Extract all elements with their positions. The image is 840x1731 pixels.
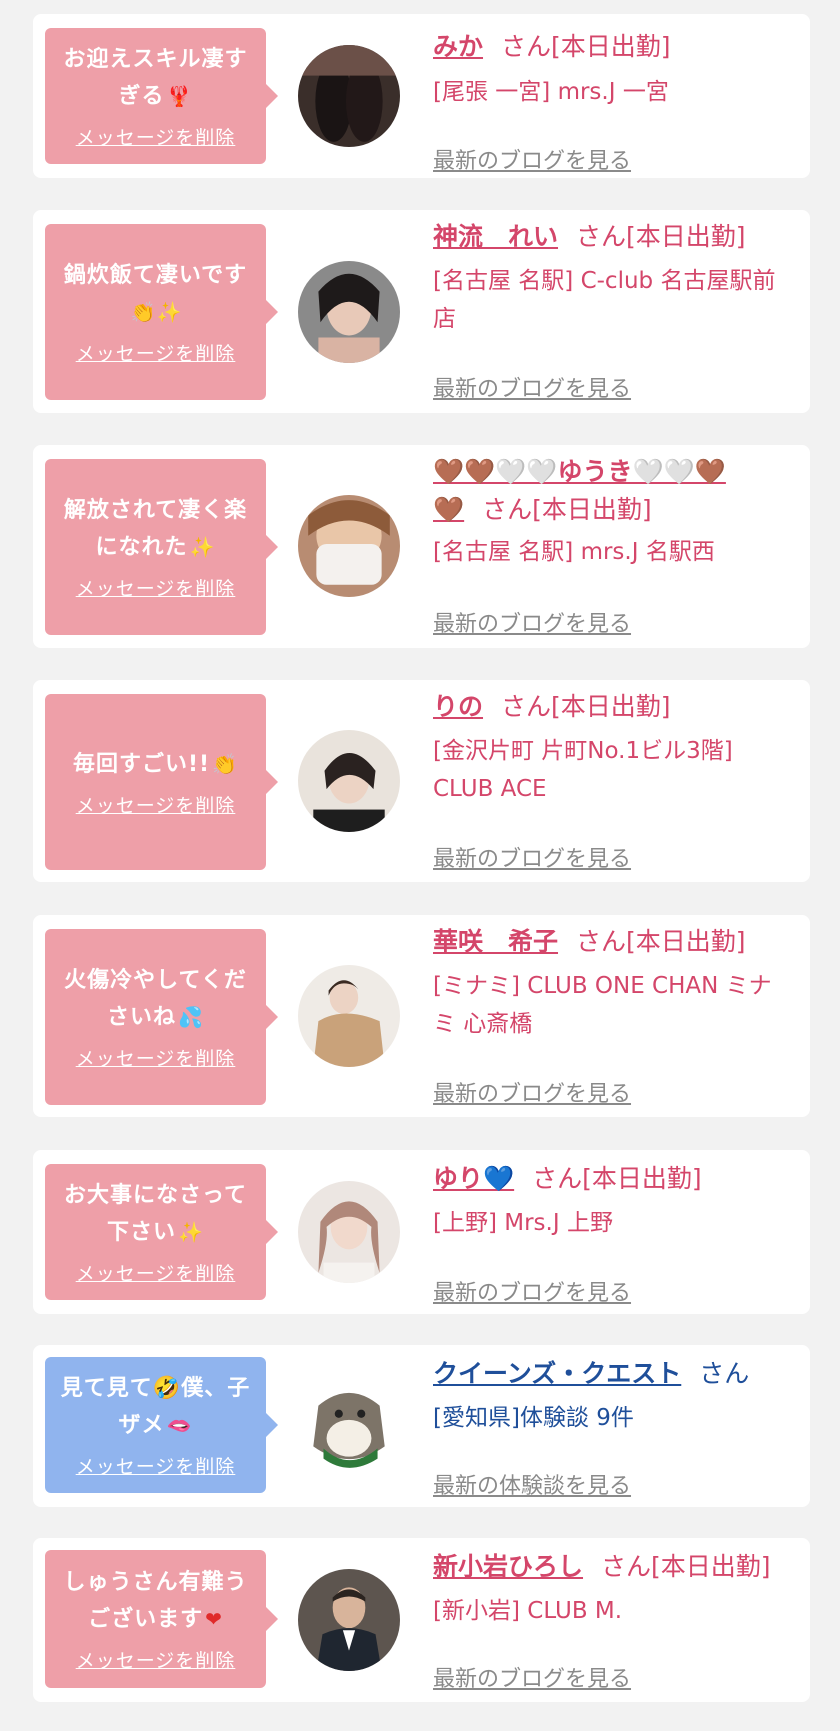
emoji-icon: 💦 (178, 1005, 204, 1029)
emoji-icon: ✨ (189, 535, 216, 559)
attendance-status: さん[本日出勤] (501, 692, 671, 721)
delete-message-link[interactable]: メッセージを削除 (76, 1044, 236, 1071)
message-text: 火傷冷やしてくださいね 💦 (64, 968, 247, 1030)
profile-info: みか さん[本日出勤] [尾張 一宮] mrs.J 一宮 最新のブログを見る (433, 28, 790, 174)
message-text: しゅうさん有難うございます ❤ (63, 1570, 248, 1632)
message-list: お迎えスキル凄すぎる 🦞 メッセージを削除 みか さん[本日出勤] [尾張 一宮] … (0, 0, 840, 1731)
list-item: お迎えスキル凄すぎる 🦞 メッセージを削除 みか さん[本日出勤] [尾張 一宮] … (33, 14, 810, 178)
avatar[interactable] (298, 730, 400, 832)
message-bubble: 火傷冷やしてくださいね 💦 メッセージを削除 (45, 929, 278, 1105)
blog-link[interactable]: 最新のブログを見る (433, 371, 631, 403)
message-text: お迎えスキル凄すぎる 🦞 (63, 47, 248, 109)
avatar[interactable] (298, 261, 400, 363)
emoji-icon: ❤ (205, 1607, 223, 1631)
profile-name-link-tail[interactable]: 🤎 (433, 495, 464, 524)
delete-message-link[interactable]: メッセージを削除 (76, 1646, 236, 1673)
message-text: 解放されて凄く楽になれた ✨ (63, 498, 248, 560)
avatar[interactable] (298, 1569, 400, 1671)
blog-link[interactable]: 最新のブログを見る (433, 1661, 631, 1693)
shop-info: [新小岩] CLUB M. (433, 1598, 623, 1624)
profile-name-link[interactable]: みか (433, 32, 483, 61)
shop-info: [上野] Mrs.J 上野 (433, 1210, 613, 1236)
list-item: 火傷冷やしてくださいね 💦 メッセージを削除 華咲 希子 さん[本日出勤] [ミナミ… (33, 915, 810, 1117)
message-text: 見て見て🤣僕、子ザメ 🫦 (60, 1376, 251, 1438)
message-text: お大事になさって下さい ✨ (64, 1183, 247, 1245)
blog-link[interactable]: 最新のブログを見る (433, 606, 631, 638)
attendance-status: さん[本日出勤] (501, 32, 671, 61)
profile-name-link[interactable]: 神流 れい (433, 222, 558, 251)
shop-info: [尾張 一宮] mrs.J 一宮 (433, 79, 669, 105)
avatar[interactable] (298, 1181, 400, 1283)
profile-name-link[interactable]: りの (433, 692, 483, 721)
delete-message-link[interactable]: メッセージを削除 (76, 339, 236, 366)
emoji-icon: ✨ (178, 1220, 204, 1244)
attendance-status: さん[本日出勤] (532, 1164, 702, 1193)
message-text: 鍋炊飯て凄いです 👏✨ (63, 263, 248, 324)
avatar[interactable] (298, 45, 400, 147)
delete-message-link[interactable]: メッセージを削除 (76, 1452, 236, 1479)
profile-info: クイーンズ・クエスト さん [愛知県]体験談 9件 最新の体験談を見る (433, 1355, 790, 1499)
profile-name-link[interactable]: 華咲 希子 (433, 927, 558, 956)
avatar[interactable] (298, 1375, 400, 1477)
list-item: 見て見て🤣僕、子ザメ 🫦 メッセージを削除 クイーンズ・クエスト さん [愛知県]体… (33, 1345, 810, 1507)
delete-message-link[interactable]: メッセージを削除 (76, 574, 236, 601)
blog-link[interactable]: 最新のブログを見る (433, 1076, 631, 1108)
attendance-status: さん (699, 1359, 750, 1388)
message-bubble: お迎えスキル凄すぎる 🦞 メッセージを削除 (45, 28, 278, 164)
profile-name-link[interactable]: 新小岩ひろし (433, 1552, 583, 1581)
review-link[interactable]: 最新の体験談を見る (433, 1468, 631, 1500)
attendance-status: さん[本日出勤] (601, 1552, 771, 1581)
attendance-status: さん[本日出勤] (482, 495, 652, 524)
delete-message-link[interactable]: メッセージを削除 (76, 123, 236, 150)
list-item: お大事になさって下さい ✨ メッセージを削除 ゆり💙 さん[本日出勤] [上野] M… (33, 1150, 810, 1314)
emoji-icon: 🫦 (166, 1413, 193, 1437)
list-item: しゅうさん有難うございます ❤ メッセージを削除 新小岩ひろし さん[本日出勤] [… (33, 1538, 810, 1702)
delete-message-link[interactable]: メッセージを削除 (76, 1259, 236, 1286)
profile-name-link[interactable]: ゆり💙 (433, 1164, 514, 1193)
profile-info: 🤎🤎🤍🤍ゆうき🤍🤍🤎 🤎 さん[本日出勤] [名古屋 名駅] mrs.J 名駅西 最… (433, 453, 790, 637)
message-bubble: しゅうさん有難うございます ❤ メッセージを削除 (45, 1550, 278, 1688)
profile-info: 新小岩ひろし さん[本日出勤] [新小岩] CLUB M. 最新のブログを見る (433, 1548, 790, 1692)
emoji-icon: 👏✨ (130, 300, 183, 324)
profile-name-link[interactable]: クイーンズ・クエスト (433, 1359, 681, 1388)
emoji-icon: 🦞 (166, 84, 193, 108)
message-bubble: 解放されて凄く楽になれた ✨ メッセージを削除 (45, 459, 278, 635)
attendance-status: さん[本日出勤] (576, 222, 746, 251)
delete-message-link[interactable]: メッセージを削除 (76, 791, 236, 818)
shop-info: [ミナミ] CLUB ONE CHAN ミナミ 心斎橋 (433, 973, 772, 1037)
attendance-status: さん[本日出勤] (576, 927, 746, 956)
blog-link[interactable]: 最新のブログを見る (433, 1275, 631, 1307)
message-bubble: 毎回すごい!! 👏 メッセージを削除 (45, 694, 278, 870)
shop-info: [金沢片町 片町No.1ビル3階] CLUB ACE (433, 738, 733, 802)
shop-info: [愛知県]体験談 9件 (433, 1405, 634, 1431)
list-item: 毎回すごい!! 👏 メッセージを削除 りの さん[本日出勤] [金沢片町 片町No.… (33, 680, 810, 882)
message-bubble: 見て見て🤣僕、子ザメ 🫦 メッセージを削除 (45, 1357, 278, 1493)
message-bubble: お大事になさって下さい ✨ メッセージを削除 (45, 1164, 278, 1300)
profile-info: 華咲 希子 さん[本日出勤] [ミナミ] CLUB ONE CHAN ミナミ 心斎… (433, 923, 790, 1107)
emoji-icon: 👏 (212, 752, 238, 776)
avatar[interactable] (298, 965, 400, 1067)
list-item: 解放されて凄く楽になれた ✨ メッセージを削除 🤎🤎🤍🤍ゆうき🤍🤍🤎 🤎 さん[本日出… (33, 445, 810, 648)
list-item: 鍋炊飯て凄いです 👏✨ メッセージを削除 神流 れい さん[本日出勤] [名古屋 名… (33, 210, 810, 413)
message-bubble: 鍋炊飯て凄いです 👏✨ メッセージを削除 (45, 224, 278, 400)
blog-link[interactable]: 最新のブログを見る (433, 841, 631, 873)
shop-info: [名古屋 名駅] C-club 名古屋駅前店 (433, 268, 776, 332)
profile-info: りの さん[本日出勤] [金沢片町 片町No.1ビル3階] CLUB ACE 最新… (433, 688, 790, 872)
profile-name-link[interactable]: 🤎🤎🤍🤍ゆうき🤍🤍🤎 (433, 457, 726, 486)
message-text: 毎回すごい!! 👏 (73, 752, 238, 777)
profile-info: ゆり💙 さん[本日出勤] [上野] Mrs.J 上野 最新のブログを見る (433, 1160, 790, 1306)
profile-info: 神流 れい さん[本日出勤] [名古屋 名駅] C-club 名古屋駅前店 最新の… (433, 218, 790, 402)
shop-info: [名古屋 名駅] mrs.J 名駅西 (433, 539, 715, 565)
blog-link[interactable]: 最新のブログを見る (433, 143, 631, 175)
avatar[interactable] (298, 495, 400, 597)
